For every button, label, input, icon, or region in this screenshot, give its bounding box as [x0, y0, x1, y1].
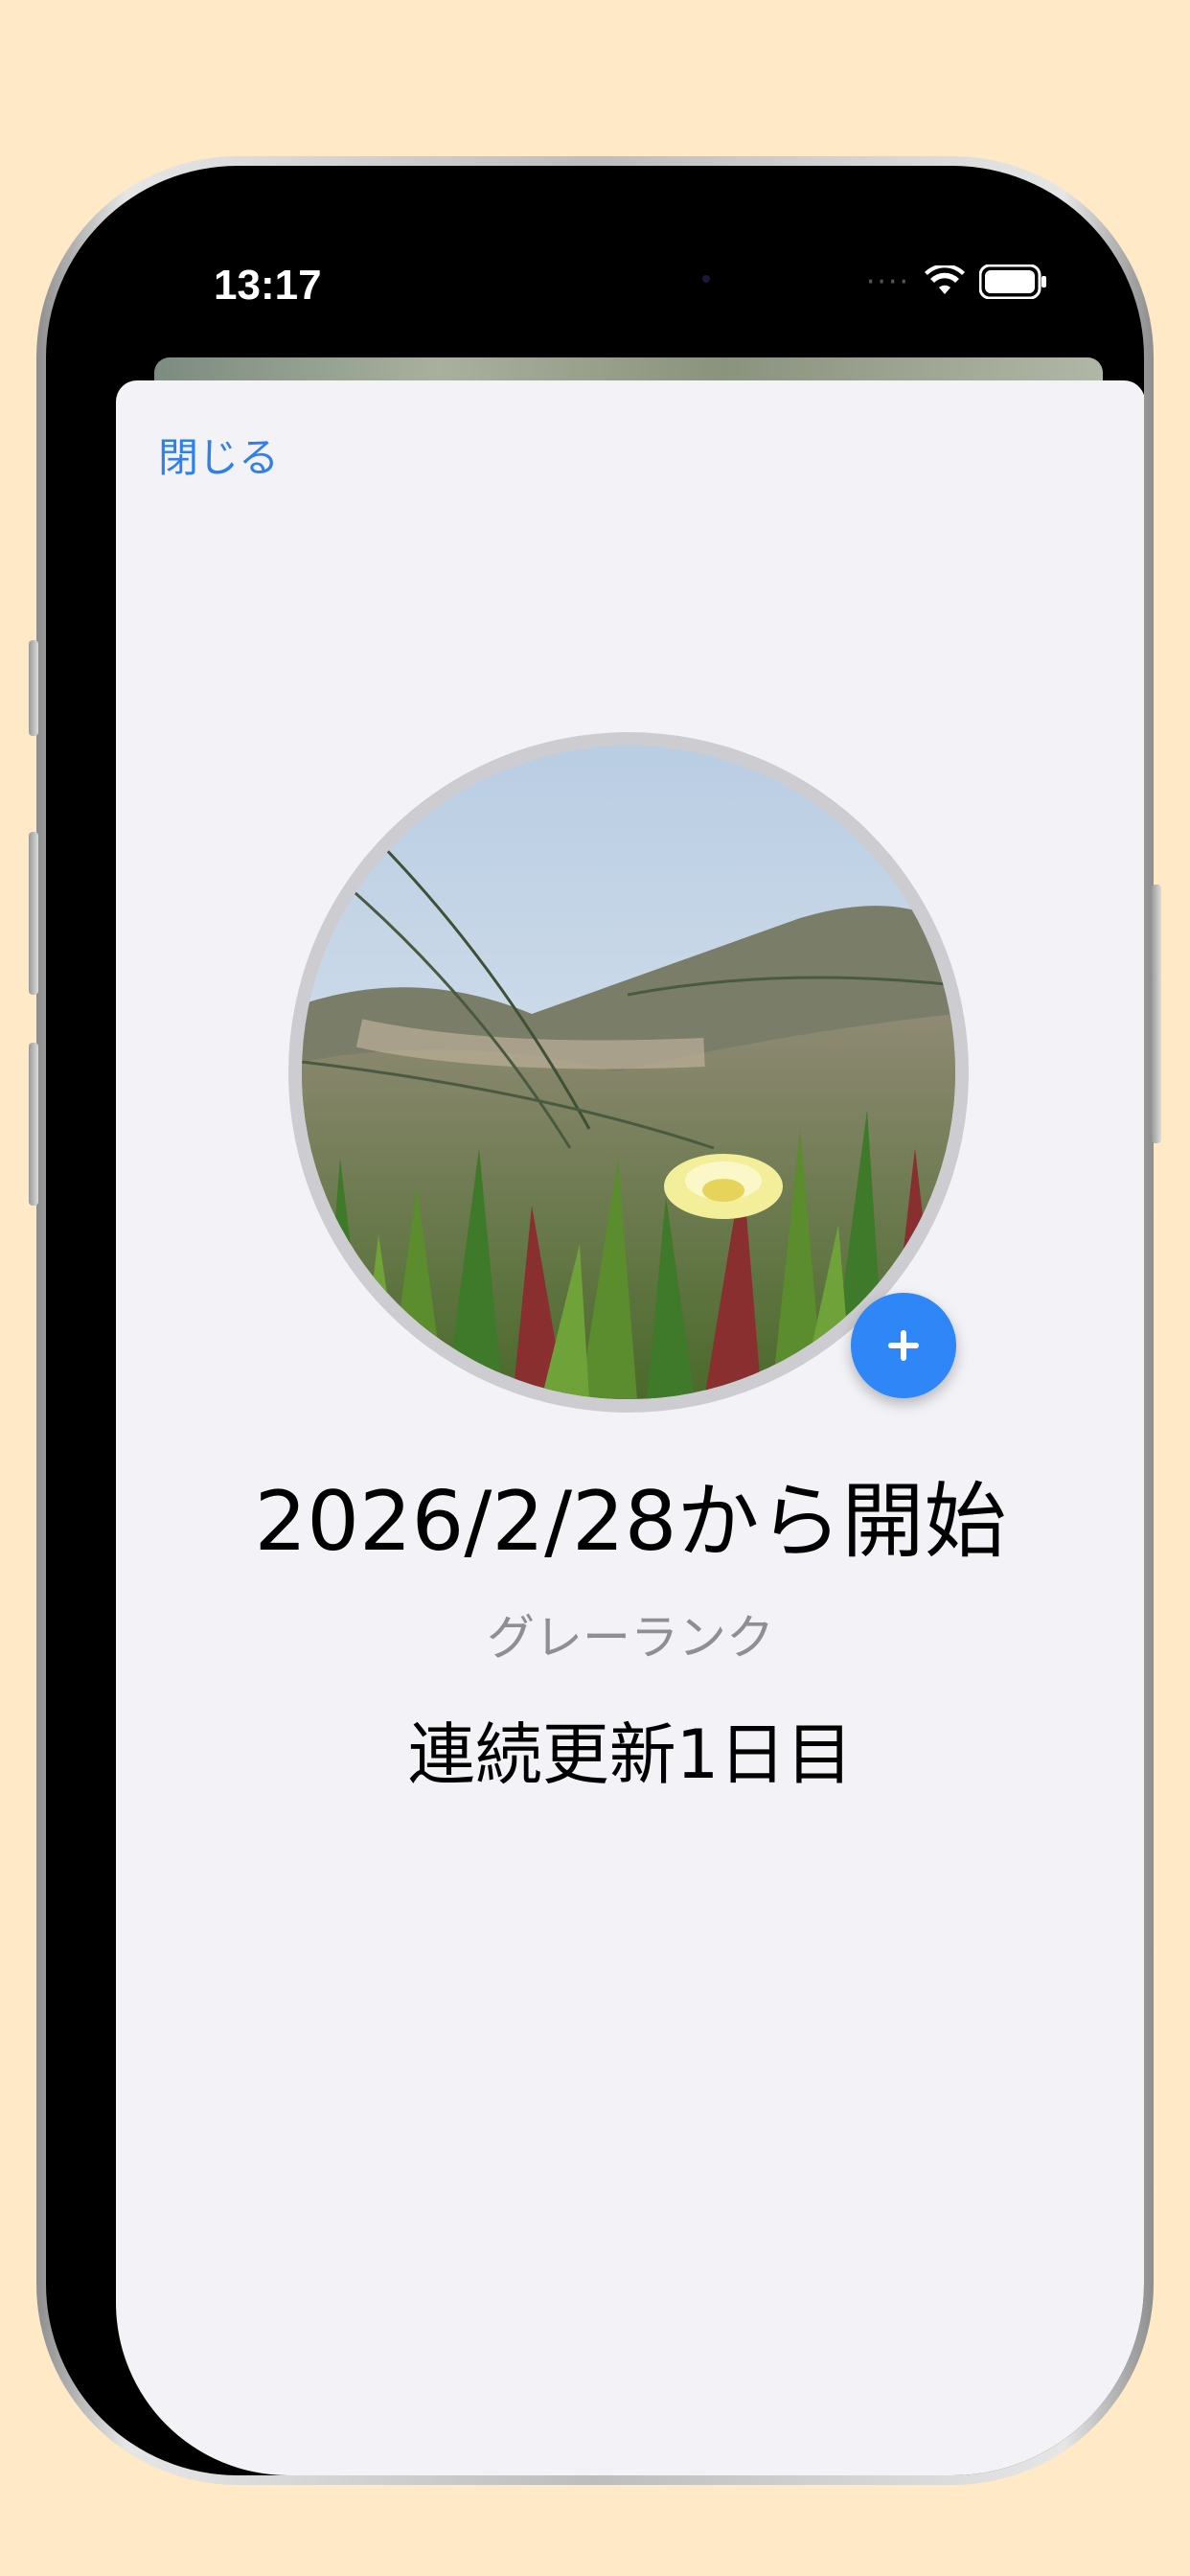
close-button[interactable]: 閉じる [158, 426, 279, 484]
streak-label: 連続更新1日目 [407, 1715, 854, 1794]
front-camera-dot [702, 275, 710, 283]
start-date-title: 2026/2/28から開始 [254, 1474, 1007, 1570]
status-icons: ···· [866, 264, 1048, 299]
battery-icon [979, 264, 1046, 299]
phone-frame: 13:17 ···· 閉じる 2026/2/28から開始 グレーランク 連続更新… [29, 156, 1161, 2485]
avatar-photo[interactable] [302, 746, 955, 1399]
status-time: 13:17 [214, 262, 322, 309]
flower-photo [302, 746, 955, 1399]
silent-switch [29, 640, 38, 736]
rank-label: グレーランク [487, 1610, 774, 1666]
wifi-icon [925, 265, 965, 294]
cellular-icon: ···· [865, 264, 910, 299]
power-button [1152, 885, 1161, 1143]
volume-up-button [29, 832, 38, 995]
plus-icon [888, 1330, 919, 1361]
modal-sheet: 閉じる 2026/2/28から開始 グレーランク 連続更新1日目 [116, 380, 1144, 2475]
phone-screen: 13:17 ···· 閉じる 2026/2/28から開始 グレーランク 連続更新… [46, 166, 1144, 2475]
volume-down-button [29, 1043, 38, 1206]
add-photo-button[interactable] [851, 1293, 956, 1398]
